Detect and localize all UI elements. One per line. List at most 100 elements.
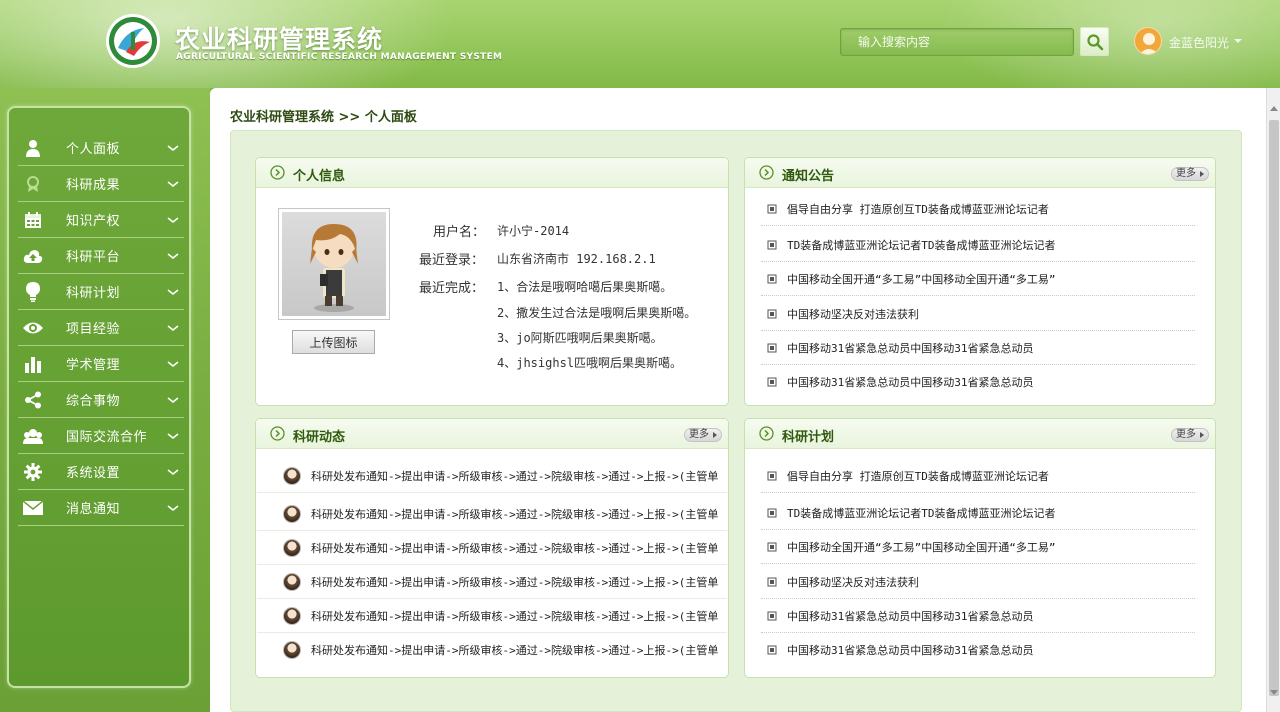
card-header: 科研动态 更多 [256,419,728,449]
sidebar-item-international-exchange[interactable]: 国际交流合作 [18,418,184,454]
notice-item-text: 中国移动坚决反对违法获利 [787,307,919,321]
sidebar-item-project-experience[interactable]: 项目经验 [18,310,184,346]
recent-label: 最近完成： [419,281,485,296]
plan-item[interactable]: 倡导自由分享 打造原创互TD装备成博蓝亚洲论坛记者 [761,459,1195,493]
main-panel: 农业科研管理系统 >> 个人面板 个人信息 上传图标 用户名： 许小宁-2014… [210,88,1266,712]
card-header: 个人信息 [256,158,728,188]
sidebar-item-research-plan[interactable]: 科研计划 [18,274,184,310]
plan-item[interactable]: 中国移动坚决反对违法获利 [761,565,1195,599]
chevron-circle-icon [759,165,774,180]
user-avatar[interactable] [1134,27,1162,55]
chevron-down-icon [167,468,179,475]
chevron-down-icon [167,252,179,259]
plan-item[interactable]: 中国移动31省紧急总动员中国移动31省紧急总动员 [761,633,1195,667]
bullet-icon [767,204,777,213]
bar-chart-icon [22,353,44,375]
upload-avatar-button[interactable]: 上传图标 [292,330,375,354]
bullet-icon [767,611,777,620]
dynamics-item[interactable]: 科研处发布通知->提出申请->所级审核->通过->院级审核->通过->上报->(… [257,599,727,633]
search-button[interactable] [1080,27,1109,56]
chevron-down-icon [167,396,179,403]
notice-item-text: 倡导自由分享 打造原创互TD装备成博蓝亚洲论坛记者 [787,202,1049,216]
dynamics-item[interactable]: 科研处发布通知->提出申请->所级审核->通过->院级审核->通过->上报->(… [257,459,727,493]
chevron-down-icon [167,432,179,439]
search-field[interactable] [840,28,1074,56]
sidebar-item-message-notice[interactable]: 消息通知 [18,490,184,526]
last-login-value: 山东省济南市 192.168.2.1 [497,252,656,266]
card-header: 科研计划 更多 [745,419,1215,449]
avatar [283,466,301,485]
plan-item[interactable]: 中国移动31省紧急总动员中国移动31省紧急总动员 [761,599,1195,633]
dashboard-content: 个人信息 上传图标 用户名： 许小宁-2014 最近登录： 山东省济南市 192… [230,130,1242,712]
notice-item[interactable]: 中国移动全国开通“多工易”中国移动全国开通“多工易” [761,262,1195,296]
dynamics-item[interactable]: 科研处发布通知->提出申请->所级审核->通过->院级审核->通过->上报->(… [257,497,727,531]
more-button[interactable]: 更多 [1171,167,1209,181]
dynamics-item[interactable]: 科研处发布通知->提出申请->所级审核->通过->院级审核->通过->上报->(… [257,633,727,667]
scroll-down-arrow-icon[interactable] [1270,690,1278,695]
notice-item[interactable]: 中国移动31省紧急总动员中国移动31省紧急总动员 [761,331,1195,365]
avatar [283,538,301,557]
more-button[interactable]: 更多 [1171,428,1209,442]
share-icon [22,389,44,411]
chevron-down-icon [167,180,179,187]
sidebar-item-label: 系统设置 [66,466,121,481]
plan-item-text: TD装备成博蓝亚洲论坛记者TD装备成博蓝亚洲论坛记者 [787,506,1056,520]
user-menu-caret-icon[interactable] [1234,39,1242,43]
card-header: 通知公告 更多 [745,158,1215,188]
card-title: 个人信息 [293,169,346,184]
plan-item[interactable]: 中国移动全国开通“多工易”中国移动全国开通“多工易” [761,530,1195,564]
dynamics-item[interactable]: 科研处发布通知->提出申请->所级审核->通过->院级审核->通过->上报->(… [257,565,727,599]
more-button[interactable]: 更多 [684,428,722,442]
plan-item-text: 倡导自由分享 打造原创互TD装备成博蓝亚洲论坛记者 [787,469,1049,483]
search-input[interactable] [841,29,1073,55]
chevron-down-icon [167,288,179,295]
recent-item: 1、合法是哦啊哈噶后果奥斯噶。 [497,280,673,294]
plan-item-text: 中国移动31省紧急总动员中国移动31省紧急总动员 [787,644,1034,657]
chevron-circle-icon [270,165,285,180]
card-title: 科研计划 [782,430,835,445]
bullet-icon [767,577,777,586]
plan-item[interactable]: TD装备成博蓝亚洲论坛记者TD装备成博蓝亚洲论坛记者 [761,496,1195,530]
notice-item-text: TD装备成博蓝亚洲论坛记者TD装备成博蓝亚洲论坛记者 [787,238,1056,252]
plan-item-text: 中国移动全国开通“多工易”中国移动全国开通“多工易” [787,540,1056,554]
sidebar-item-academic-management[interactable]: 学术管理 [18,346,184,382]
sidebar-item-personal-panel[interactable]: 个人面板 [18,130,184,166]
sidebar-item-label: 学术管理 [66,358,121,373]
avatar [283,572,301,591]
mail-icon [22,497,44,519]
user-name[interactable]: 金蓝色阳光 [1169,34,1229,51]
user-icon [22,137,44,159]
bullet-icon [767,471,777,480]
search-icon [1086,33,1103,50]
scroll-up-arrow-icon[interactable] [1270,106,1278,111]
notice-item[interactable]: 中国移动坚决反对违法获利 [761,297,1195,331]
dynamics-item[interactable]: 科研处发布通知->提出申请->所级审核->通过->院级审核->通过->上报->(… [257,531,727,565]
chevron-down-icon [167,360,179,367]
sidebar-item-system-settings[interactable]: 系统设置 [18,454,184,490]
sidebar-item-general-affairs[interactable]: 综合事物 [18,382,184,418]
sidebar-item-research-results[interactable]: 科研成果 [18,166,184,202]
last-login-label: 最近登录： [419,253,485,268]
chevron-down-icon [167,144,179,151]
notice-item[interactable]: TD装备成博蓝亚洲论坛记者TD装备成博蓝亚洲论坛记者 [761,228,1195,262]
notice-item[interactable]: 倡导自由分享 打造原创互TD装备成博蓝亚洲论坛记者 [761,192,1195,226]
page-scrollbar[interactable] [1266,88,1280,712]
sidebar-item-label: 科研计划 [66,286,121,301]
dynamics-item-text: 科研处发布通知->提出申请->所级审核->通过->院级审核->通过->上报->(… [311,609,719,623]
sidebar-item-label: 消息通知 [66,502,121,517]
sidebar-nav: 个人面板 科研成果 知识产权 科研平台 科研计划 项目经验 学术管理 综合事物 … [7,106,191,688]
dynamics-item-text: 科研处发布通知->提出申请->所级审核->通过->院级审核->通过->上报->(… [311,507,719,521]
profile-figure-image [310,224,358,312]
username-value: 许小宁-2014 [497,224,570,238]
sidebar-item-intellectual-property[interactable]: 知识产权 [18,202,184,238]
bullet-icon [767,377,777,387]
sidebar-item-research-platform[interactable]: 科研平台 [18,238,184,274]
recent-item: 2、撒发生过合法是哦啊后果奥斯噶。 [497,306,697,320]
scrollbar-thumb[interactable] [1269,120,1279,696]
profile-photo [278,208,390,320]
notice-item-text: 中国移动31省紧急总动员中国移动31省紧急总动员 [787,341,1034,355]
notice-item[interactable]: 中国移动31省紧急总动员中国移动31省紧急总动员 [761,365,1195,399]
card-title: 科研动态 [293,430,346,445]
chevron-down-icon [167,504,179,511]
sidebar-item-label: 综合事物 [66,394,121,409]
